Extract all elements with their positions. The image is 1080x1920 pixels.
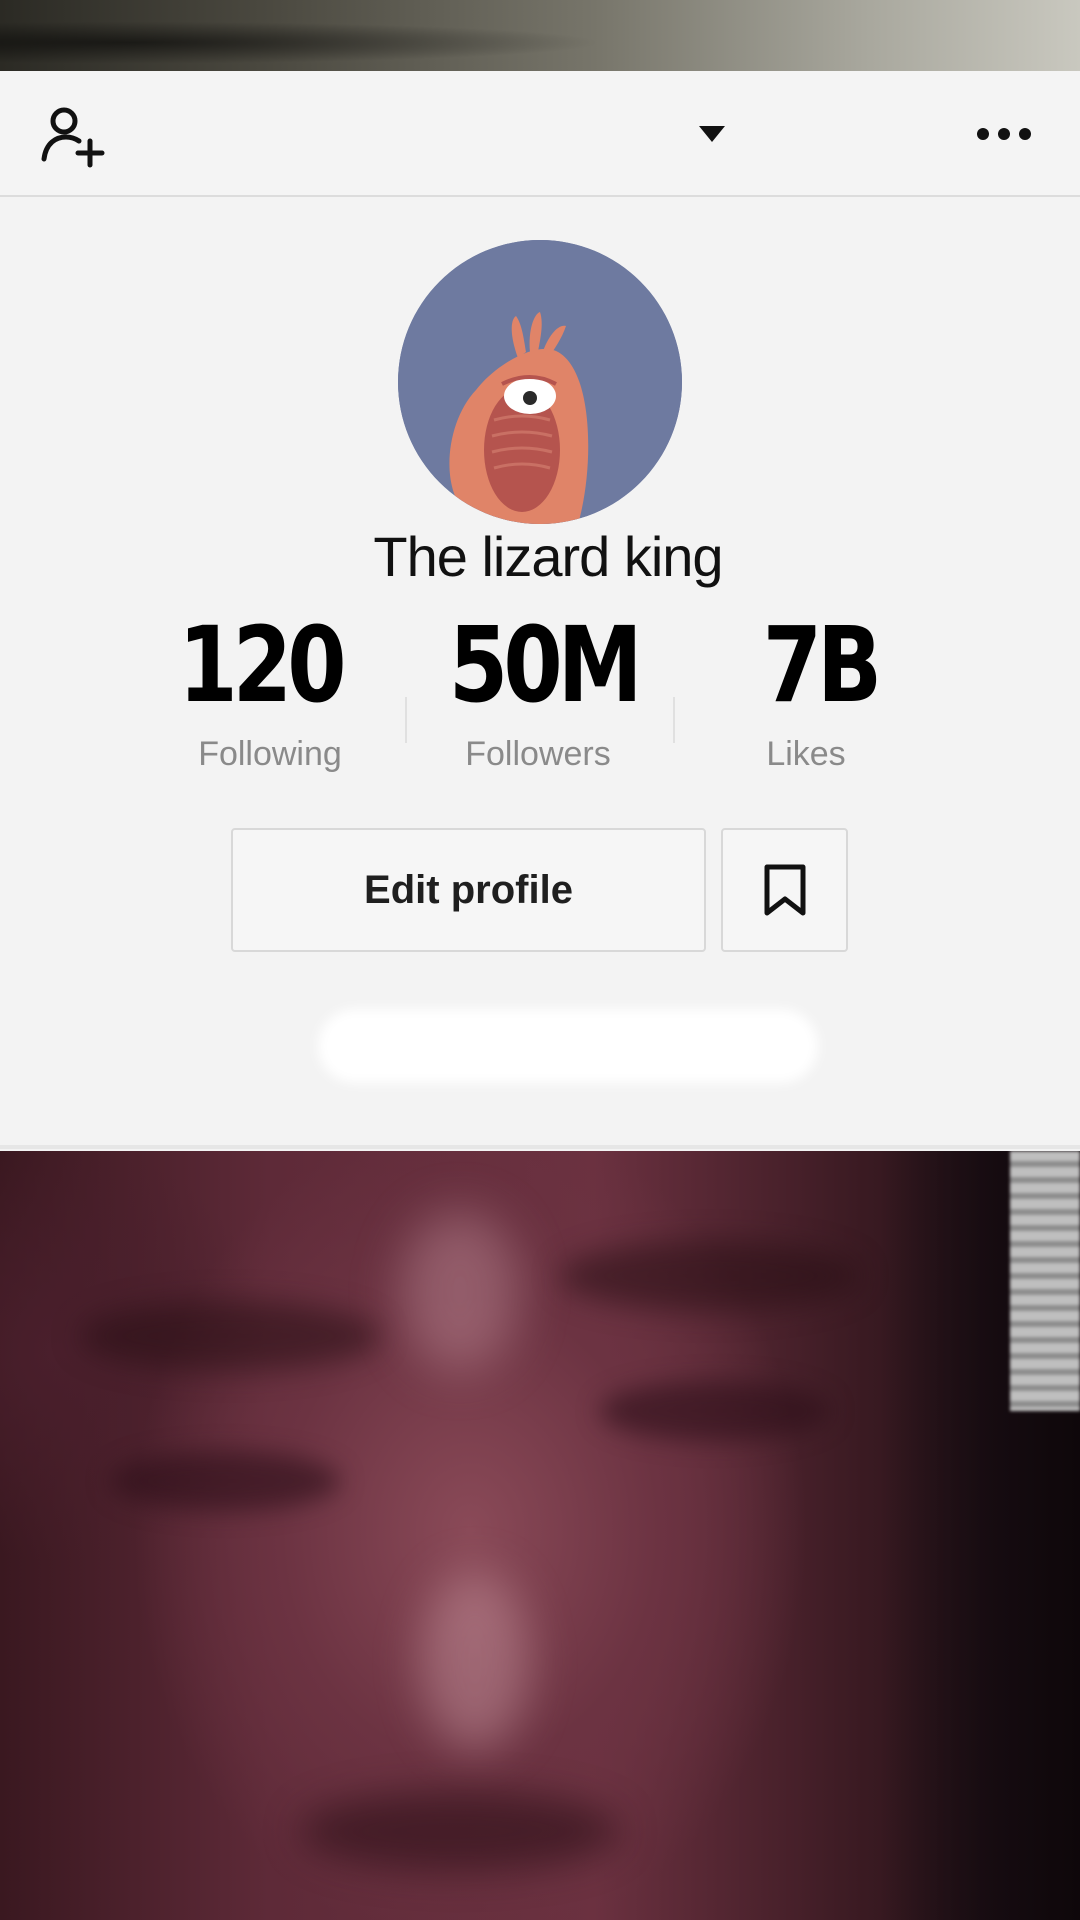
camera-background-top: [0, 0, 1080, 71]
stat-divider: [673, 697, 675, 743]
stat-divider: [405, 697, 407, 743]
followers-label[interactable]: Followers: [418, 735, 658, 774]
face-highlight: [400, 1211, 520, 1371]
redacted-bio: [318, 1009, 818, 1083]
lizard-avatar-image: [398, 240, 682, 524]
add-user-icon[interactable]: [38, 101, 110, 173]
face-mouth: [300, 1791, 620, 1871]
face-eye: [110, 1451, 340, 1511]
face-brow: [560, 1241, 860, 1311]
edit-profile-label: Edit profile: [364, 867, 573, 912]
likes-count[interactable]: 7B: [738, 604, 902, 726]
following-label[interactable]: Following: [150, 735, 390, 774]
camera-feed: [0, 1151, 1080, 1920]
bookmark-icon: [764, 864, 805, 916]
bookmark-button[interactable]: [721, 828, 848, 952]
more-options-icon[interactable]: [975, 125, 1033, 143]
face-eye: [600, 1381, 830, 1441]
caret-down-icon[interactable]: [697, 124, 727, 144]
profile-header-bar: [0, 71, 1080, 197]
likes-label[interactable]: Likes: [686, 735, 926, 774]
window-blinds: [1010, 1151, 1080, 1411]
face-highlight: [420, 1571, 530, 1751]
avatar[interactable]: [398, 240, 682, 524]
username: The lizard king: [373, 525, 723, 588]
following-count[interactable]: 120: [178, 604, 346, 726]
edit-profile-button[interactable]: Edit profile: [231, 828, 706, 952]
face-brow: [80, 1301, 380, 1371]
profile-card: The lizard king 120 50M 7B Following Fol…: [0, 71, 1080, 1151]
card-divider: [0, 1145, 1080, 1149]
followers-count[interactable]: 50M: [449, 604, 643, 726]
